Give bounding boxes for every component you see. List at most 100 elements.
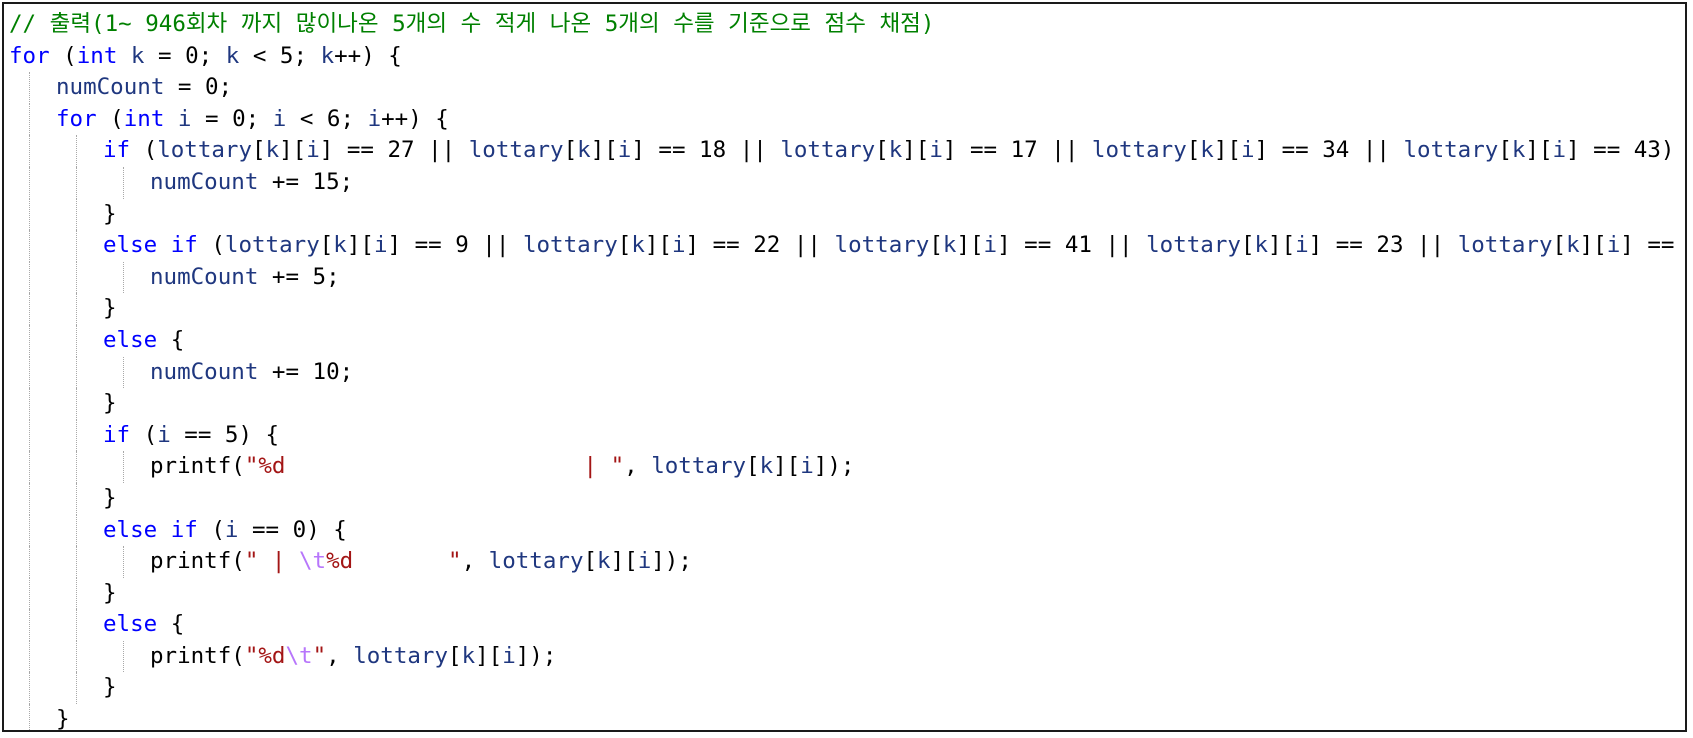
code-token-identifier: i (929, 137, 943, 164)
code-line[interactable]: printf("%d | ", lottary[k][i]); (9, 451, 1685, 483)
code-token-keyword: else (103, 516, 158, 543)
code-token-punctuation: ][ (1525, 137, 1553, 164)
indent-guide (76, 546, 77, 578)
code-token-identifier: lottary (1146, 232, 1241, 259)
code-token-keyword: if (170, 232, 198, 259)
code-token-identifier: numCount (150, 263, 259, 290)
code-token-keyword: for (56, 105, 97, 132)
indent-guide (29, 419, 30, 452)
code-token-identifier: lottary (224, 232, 320, 259)
code-token-identifier: i (502, 642, 516, 669)
code-token-punctuation: [ (319, 232, 334, 259)
code-token-punctuation: += 10; (258, 358, 354, 385)
code-line[interactable]: else if (lottary[k][i] == 9 || lottary[k… (9, 230, 1685, 262)
indent-guide (29, 514, 30, 547)
code-token-keyword: int (123, 105, 165, 132)
code-token-identifier: k (130, 42, 145, 69)
code-token-identifier: lottary (1457, 232, 1553, 259)
code-line[interactable]: printf(" | \t%d ", lottary[k][i]); (9, 546, 1685, 578)
indent-guide (123, 546, 124, 578)
code-token-punctuation: [ (929, 232, 943, 259)
indent-guide (76, 514, 77, 547)
code-token-identifier: numCount (150, 358, 259, 385)
code-token-identifier: i (157, 421, 171, 448)
indent-guide (29, 609, 30, 641)
code-token-identifier: k (461, 642, 476, 669)
code-token-punctuation: ]); (813, 453, 855, 480)
code-token-punctuation: [ (1240, 232, 1255, 259)
code-line[interactable]: else { (9, 609, 1685, 641)
code-token-identifier: lottary (468, 137, 564, 164)
code-line[interactable]: numCount = 0; (9, 72, 1685, 104)
code-token-identifier: k (942, 232, 957, 259)
code-line[interactable]: if (i == 5) { (9, 419, 1685, 452)
code-token-identifier: k (225, 42, 240, 69)
code-line[interactable]: for (int i = 0; i < 6; i++) { (9, 103, 1685, 136)
code-token-punctuation: , (326, 642, 354, 669)
code-line[interactable]: else if (i == 0) { (9, 514, 1685, 547)
code-token-identifier: k (759, 453, 774, 480)
code-token-escape-sequence: \t (285, 642, 313, 669)
code-token-identifier: k (597, 548, 611, 575)
code-editor-panel[interactable]: // 출력(1~ 946회차 까지 많이나온 5개의 수 적게 나온 5개의 수… (2, 2, 1687, 732)
code-token-punctuation: ][ (590, 137, 618, 164)
code-token-punctuation: [ (448, 642, 462, 669)
code-token-string-literal: " (312, 642, 327, 669)
indent-guide (29, 103, 30, 136)
code-token-punctuation: [ (252, 137, 266, 164)
code-token-string-literal: %d " (326, 548, 462, 575)
code-token-identifier: k (320, 42, 335, 69)
indent-guide (76, 482, 77, 515)
code-token-punctuation: , (624, 453, 652, 480)
indent-guide (76, 261, 77, 294)
code-line[interactable]: } (9, 704, 1685, 730)
code-line[interactable]: } (9, 672, 1685, 705)
code-token-punctuation: ] == 23 || (1308, 232, 1458, 259)
code-token-punctuation: ] == 22 || (685, 232, 835, 259)
code-token-identifier: k (1254, 232, 1269, 259)
code-token-keyword: else (103, 611, 158, 638)
code-token-punctuation: += 5; (258, 263, 340, 290)
code-token-keyword: if (103, 421, 131, 448)
code-line[interactable]: else { (9, 324, 1685, 357)
code-line[interactable]: numCount += 5; (9, 261, 1685, 294)
code-token-identifier: k (888, 137, 903, 164)
indent-guide (76, 577, 77, 610)
indent-guide (29, 230, 30, 262)
code-line[interactable]: numCount += 10; (9, 356, 1685, 389)
code-line[interactable]: } (9, 293, 1685, 325)
code-token-identifier: i (1240, 137, 1255, 164)
code-token-identifier: lottary (353, 642, 449, 669)
code-token-punctuation: ( (130, 137, 158, 164)
code-line[interactable]: } (9, 482, 1685, 515)
code-line[interactable]: // 출력(1~ 946회차 까지 많이나온 5개의 수 적게 나온 5개의 수… (9, 9, 1685, 41)
code-token-punctuation: ] == 43) { (1566, 137, 1675, 164)
code-token-identifier: k (1200, 137, 1214, 164)
code-line[interactable]: numCount += 15; (9, 166, 1685, 199)
code-token-punctuation: = 0; (164, 74, 233, 101)
code-token-punctuation: ][ (1268, 232, 1296, 259)
code-token-punctuation: ( (197, 232, 225, 259)
code-token-punctuation: } (103, 390, 117, 417)
indent-guide (29, 72, 30, 104)
indent-guide (29, 704, 30, 730)
code-line[interactable]: } (9, 577, 1685, 610)
code-token-punctuation: += 15; (258, 168, 354, 195)
code-token-identifier: k (265, 137, 280, 164)
code-line[interactable]: } (9, 388, 1685, 420)
code-line[interactable]: printf("%d\t", lottary[k][i]); (9, 640, 1685, 673)
code-token-identifier: lottary (488, 548, 584, 575)
code-token-identifier: k (631, 232, 645, 259)
code-line[interactable]: for (int k = 0; k < 5; k++) { (9, 41, 1685, 73)
code-listing[interactable]: // 출력(1~ 946회차 까지 많이나온 5개의 수 적게 나온 5개의 수… (9, 9, 1685, 730)
code-token-punctuation: ] == 18 || (631, 137, 781, 164)
code-token-punctuation (117, 43, 131, 69)
code-token-punctuation: ][ (644, 232, 672, 259)
code-token-identifier: i (1606, 232, 1621, 259)
code-token-punctuation: ] == 9 || (387, 232, 523, 259)
code-line[interactable]: } (9, 198, 1685, 231)
code-token-punctuation: ( (49, 42, 77, 69)
code-token-punctuation: < 6; (286, 105, 368, 132)
code-line[interactable]: if (lottary[k][i] == 27 || lottary[k][i]… (9, 135, 1685, 167)
code-token-punctuation: = 0; (144, 42, 226, 69)
